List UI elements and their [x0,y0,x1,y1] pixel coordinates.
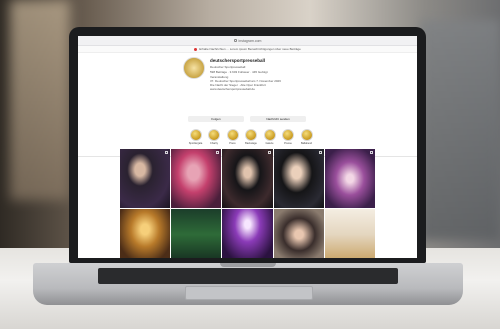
story-highlights: Sportlergala Charity Press Backstage Gal… [189,129,313,145]
multi-photo-icon [370,151,373,154]
highlight-circle [300,129,313,141]
notification-banner: Erhalte Nachrichten ... Lorem ipsum Bena… [78,46,417,53]
highlight-label: Presse [284,142,292,145]
lock-icon [233,39,237,42]
post-thumbnail[interactable] [222,149,273,208]
message-button[interactable]: Nachricht senden [250,116,306,122]
highlight-item[interactable]: Presse [282,129,295,145]
post-thumbnail[interactable] [324,149,375,208]
multi-photo-icon [165,151,169,154]
post-thumbnail[interactable] [120,209,171,258]
profile-header: deutschersportpresseball Deutscher Sport… [78,53,417,161]
highlight-label: Backstage [245,142,257,145]
multi-photo-icon [216,151,220,154]
profile-line: Deutscher Sportpresseball [210,65,246,69]
highlight-label: Sportlergala [188,142,203,145]
background-right-blur [420,20,500,240]
post-thumbnail[interactable] [222,209,273,258]
profile-link[interactable]: www.deutschersportpresseball.de [210,87,255,91]
avatar[interactable] [183,57,205,79]
browser-address-bar[interactable]: instagram.com [78,36,417,46]
laptop-trackpad [185,286,313,300]
post-thumbnail[interactable] [324,209,375,258]
post-thumbnail[interactable] [171,149,222,208]
multi-photo-icon [318,151,322,154]
post-thumbnail[interactable] [120,149,171,208]
highlight-item[interactable]: Sportlergala [189,129,202,145]
highlight-item[interactable]: Ballabend [300,129,313,145]
highlight-circle [282,129,294,141]
highlight-item[interactable]: Press [226,129,239,145]
post-thumbnail[interactable] [171,209,222,258]
highlight-label: Press [229,142,236,145]
laptop-hinge-notch [220,263,276,267]
follow-button[interactable]: Folgen [188,116,244,122]
highlight-circle [263,129,276,141]
url-text: instagram.com [238,38,262,43]
highlight-item[interactable]: Galerie [263,129,276,145]
highlight-item[interactable]: Backstage [245,129,258,145]
highlight-label: Ballabend [300,142,313,145]
notification-text: Erhalte Nachrichten ... Lorem ipsum Bena… [199,47,301,51]
laptop-screen: instagram.com Erhalte Nachrichten ... Lo… [78,36,417,258]
highlight-circle [226,129,239,141]
highlight-item[interactable]: Charity [208,129,221,145]
highlight-circle [208,129,220,141]
highlight-circle [189,129,202,141]
profile-username: deutschersportpresseball [210,58,266,63]
laptop-keyboard [98,268,398,284]
post-thumbnail[interactable] [273,209,324,258]
highlight-label: Charity [210,142,218,145]
highlight-label: Galerie [265,142,274,145]
profile-stats: 598 Beiträge · 3.603 Follower · 445 Gefo… [210,70,268,74]
background-window-light [10,0,70,200]
post-thumbnail[interactable] [273,149,324,208]
posts-grid [120,149,375,258]
highlight-circle [245,129,257,141]
alert-dot-icon [194,47,198,51]
multi-photo-icon [267,151,271,154]
